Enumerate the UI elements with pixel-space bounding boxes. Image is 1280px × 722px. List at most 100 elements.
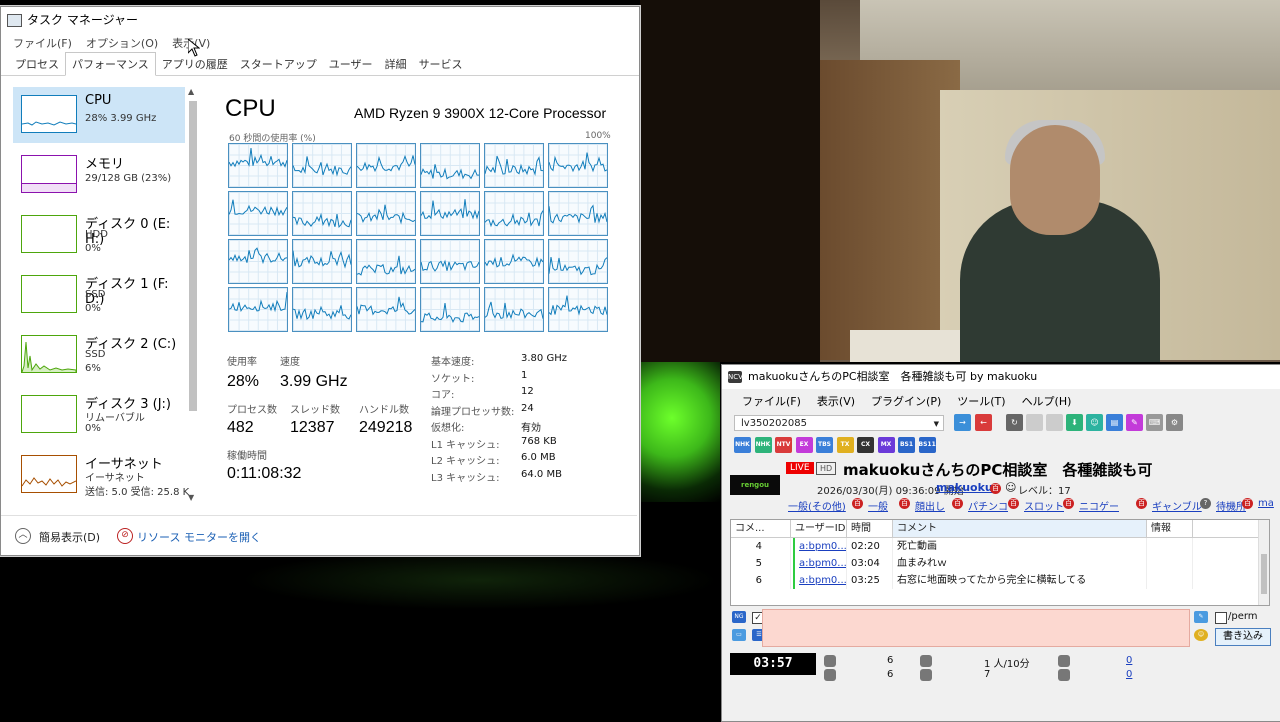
tab-details[interactable]: 詳細 (379, 53, 413, 75)
sidebar-item-disk3[interactable]: ディスク 3 (J:) リムーバブル 0% (13, 387, 185, 443)
sidebar-item-disk1[interactable]: ディスク 1 (F: D:) SSD 0% (13, 267, 185, 323)
category-link[interactable]: スロット (1024, 498, 1064, 513)
category-link[interactable]: ギャンブル (1152, 498, 1202, 513)
scroll-up-icon[interactable]: ▲ (188, 87, 194, 96)
user-id[interactable]: a:bpm0... (793, 555, 847, 572)
usage-label: 使用率 (227, 357, 257, 368)
col-comment-no[interactable]: コメ... (731, 520, 791, 537)
processes-label: プロセス数 (227, 405, 277, 416)
comment-text: 死亡動画 (893, 538, 1147, 555)
user-id[interactable]: a:bpm0... (793, 572, 847, 589)
spec-label: コア: (431, 390, 455, 401)
col-info[interactable]: 情報 (1147, 520, 1193, 537)
tab-processes[interactable]: プロセス (9, 53, 65, 75)
col-comment[interactable]: コメント (893, 520, 1147, 537)
cpu-heading: CPU (225, 95, 276, 122)
spec-label: 論理プロセッサ数: (431, 406, 515, 418)
category-badge-icon: 百 (1008, 498, 1019, 509)
resource-monitor-icon[interactable]: ⊘ (117, 528, 133, 544)
spec-label: ソケット: (431, 373, 475, 385)
gift-count-link[interactable]: 0 (1126, 669, 1132, 680)
tab-services[interactable]: サービス (413, 53, 469, 75)
sidebar-item-cpu[interactable]: CPU 28% 3.99 GHz (13, 87, 185, 143)
sidebar-item-memory[interactable]: メモリ 29/128 GB (23%) (13, 147, 185, 203)
emoji-icon[interactable]: ☺ (1194, 629, 1208, 641)
table-row[interactable]: 5 a:bpm0... 03:04 血まみれｗ (731, 555, 1259, 572)
task-manager-footer: ︿ 簡易表示(D) ⊘ リソース モニターを開く (1, 515, 637, 556)
ng-icon[interactable]: NG (732, 611, 746, 623)
tab-users[interactable]: ユーザー (323, 53, 379, 75)
logical-processor-graph (484, 191, 544, 236)
category-link[interactable]: 顔出し (915, 498, 945, 513)
task-manager-window[interactable]: タスク マネージャー ファイル(F) オプション(O) 表示(V) プロセス パ… (0, 6, 640, 556)
comment-scrollbar[interactable] (1258, 520, 1269, 605)
cpu-usage-line (229, 147, 287, 168)
scrollbar-thumb[interactable] (189, 101, 197, 411)
handles-value: 249218 (359, 419, 413, 436)
category-link[interactable]: 一般 (868, 498, 888, 513)
speed-label: 速度 (280, 357, 300, 368)
comment-text: 血まみれｗ (893, 555, 1147, 572)
category-link[interactable]: ニコゲー (1079, 498, 1119, 513)
sidebar-line2: 0% (85, 243, 101, 254)
sidebar-title: メモリ (85, 157, 125, 172)
processor-name: AMD Ryzen 9 3900X 12-Core Processor (354, 105, 607, 121)
cpu-usage-line (421, 259, 479, 272)
comment-count-icon (824, 655, 836, 667)
ad-count-link[interactable]: 0 (1126, 655, 1132, 666)
open-resource-monitor-link[interactable]: リソース モニターを開く (137, 529, 261, 545)
menu-options[interactable]: オプション(O) (86, 35, 158, 51)
scrollbar-thumb[interactable] (1261, 554, 1267, 594)
disk2-thumbnail-graph (21, 335, 77, 373)
sidebar-item-disk2[interactable]: ディスク 2 (C:) SSD 6% (13, 327, 185, 383)
category-link[interactable]: パチンコ (968, 498, 1008, 513)
table-row[interactable]: 4 a:bpm0... 02:20 死亡動画 (731, 538, 1259, 555)
help-icon: ? (1200, 498, 1211, 509)
sidebar-item-ethernet[interactable]: イーサネット イーサネット 送信: 5.0 受信: 25.8 K (13, 447, 189, 503)
task-manager-app-icon (7, 14, 22, 27)
user-id[interactable]: a:bpm0... (793, 538, 847, 555)
cpu-usage-line (485, 301, 543, 320)
logical-processor-graph (548, 287, 608, 332)
ad-icon (1058, 655, 1070, 667)
cpu-usage-line (549, 295, 607, 316)
performance-sidebar: CPU 28% 3.99 GHz メモリ 29/128 GB (23%) ディス… (11, 87, 189, 507)
title-bar[interactable]: タスク マネージャー (1, 7, 639, 33)
pencil-icon[interactable]: ✎ (1194, 611, 1208, 623)
comment-table[interactable]: コメ... ユーザーID 時間 コメント 情報 4 a:bpm0... 02:20 死… (730, 519, 1270, 606)
spec-label: 基本速度: (431, 357, 475, 368)
window-title: タスク マネージャー (27, 13, 138, 27)
category-link[interactable]: 一般(その他) (788, 498, 846, 513)
spec-value: 3.80 GHz (521, 353, 567, 364)
perm-checkbox[interactable] (1215, 612, 1227, 624)
menu-file[interactable]: ファイル(F) (13, 35, 72, 51)
chevron-up-icon[interactable]: ︿ (15, 528, 31, 544)
comment-time: 02:20 (847, 538, 893, 555)
logical-processor-graph (292, 143, 352, 188)
viewer-count-icon (920, 669, 932, 681)
sidebar-line1: リムーバブル (85, 413, 145, 424)
sidebar-line1: イーサネット (85, 473, 145, 484)
sidebar-item-disk0[interactable]: ディスク 0 (E: H:) HDD 0% (13, 207, 185, 263)
keyboard-icon[interactable]: ▭ (732, 629, 746, 641)
category-link[interactable]: ma (1258, 498, 1274, 509)
cpu-thumb-line (21, 121, 77, 126)
sidebar-scrollbar[interactable]: ▲ ▼ (187, 87, 199, 507)
tab-bar: プロセス パフォーマンス アプリの履歴 スタートアップ ユーザー 詳細 サービス (1, 52, 639, 76)
tab-performance[interactable]: パフォーマンス (65, 52, 156, 76)
cpu-usage-line (229, 199, 287, 217)
comment-time: 03:25 (847, 572, 893, 589)
scroll-down-icon[interactable]: ▼ (188, 493, 194, 502)
sidebar-line2: 送信: 5.0 受信: 25.8 K (85, 487, 190, 498)
handles-label: ハンドル数 (359, 405, 409, 416)
col-user-id[interactable]: ユーザーID (791, 520, 847, 537)
logical-processor-graph (356, 191, 416, 236)
table-row[interactable]: 6 a:bpm0... 03:25 右窓に地面映ってたから完全に横転してる (731, 572, 1259, 589)
comment-input[interactable] (762, 609, 1190, 647)
post-comment-button[interactable]: 書き込み (1215, 628, 1271, 646)
comment-viewer-window[interactable]: NCV makuokuさんちのPC相談室 各種雑談も可 by makuoku フ… (721, 364, 1280, 722)
tab-startup[interactable]: スタートアップ (234, 53, 323, 75)
logical-processor-graph (356, 287, 416, 332)
col-time[interactable]: 時間 (847, 520, 893, 537)
fewer-details-button[interactable]: 簡易表示(D) (39, 529, 100, 545)
